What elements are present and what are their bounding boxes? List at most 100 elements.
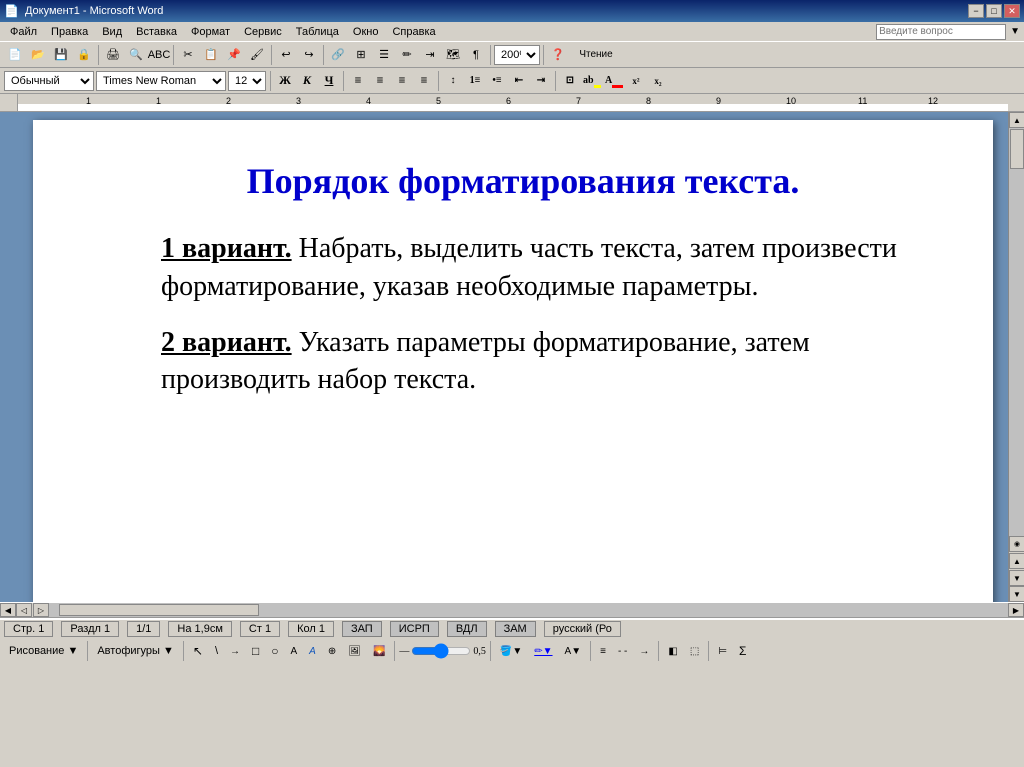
autoshapes-button[interactable]: Автофигуры ▼	[92, 640, 179, 662]
line-width-slider[interactable]	[411, 643, 471, 659]
undo-button[interactable]: ↩	[275, 44, 297, 66]
menu-help[interactable]: Справка	[386, 24, 441, 40]
para-marks[interactable]: ¶	[465, 44, 487, 66]
picture-tool[interactable]: 🌄	[368, 640, 390, 662]
scroll-track[interactable]	[1009, 128, 1024, 536]
save-button[interactable]: 💾	[50, 44, 72, 66]
size-combo[interactable]: 12	[228, 71, 266, 91]
status-vdl: ВДЛ	[447, 621, 487, 637]
subscript-button[interactable]: x₂	[648, 71, 668, 91]
textbox-tool[interactable]: A	[286, 640, 303, 662]
search-dropdown[interactable]: ▼	[1010, 26, 1020, 37]
copy-button[interactable]: 📋	[200, 44, 222, 66]
oval-tool[interactable]: ○	[266, 640, 283, 662]
sum-button[interactable]: Σ	[734, 640, 751, 662]
pointer-tool[interactable]: ↖	[188, 640, 208, 662]
font-combo[interactable]: Times New Roman	[96, 71, 226, 91]
vertical-scrollbar[interactable]: ▲ ◉ ▲ ▼ ▼	[1008, 112, 1024, 602]
indent-button[interactable]: ⇥	[419, 44, 441, 66]
page-nav-right[interactable]: ▷	[33, 603, 49, 617]
paste-button[interactable]: 📌	[223, 44, 245, 66]
3d-button[interactable]: ⬚	[685, 640, 704, 662]
status-zap: ЗАП	[342, 621, 382, 637]
menu-insert[interactable]: Вставка	[130, 24, 183, 40]
highlight-button[interactable]: ab	[582, 71, 602, 91]
align-left-button[interactable]: ≡	[348, 71, 368, 91]
align-button[interactable]: ⊨	[713, 640, 732, 662]
format-toolbar: Обычный Times New Roman 12 Ж К Ч ≡ ≡ ≡ ≡…	[0, 68, 1024, 94]
shadow-button[interactable]: ◧	[663, 640, 682, 662]
numbering-button[interactable]: 1≡	[465, 71, 485, 91]
scroll-up-button[interactable]: ▲	[1009, 112, 1024, 128]
align-center-button[interactable]: ≡	[370, 71, 390, 91]
menu-tools[interactable]: Сервис	[238, 24, 288, 40]
maximize-button[interactable]: □	[986, 4, 1002, 18]
increase-indent-button[interactable]: ⇥	[531, 71, 551, 91]
menu-edit[interactable]: Правка	[45, 24, 94, 40]
clipart-tool[interactable]: 🖼	[343, 640, 366, 662]
read-button[interactable]: Чтение	[570, 44, 622, 66]
search-input[interactable]	[876, 24, 1006, 40]
horizontal-ruler: // Rendered via CSS approach 1 1 2 3 4 5…	[18, 94, 1008, 112]
zoom-combo[interactable]: 200%	[494, 45, 540, 65]
bullets-button[interactable]: •≡	[487, 71, 507, 91]
format-painter[interactable]: 🖌	[246, 44, 268, 66]
scroll-thumb[interactable]	[1010, 129, 1024, 169]
permission-button[interactable]: 🔒	[73, 44, 95, 66]
select-browse-button[interactable]: ◉	[1009, 536, 1024, 552]
table-button[interactable]: ⊞	[350, 44, 372, 66]
next-page-button[interactable]: ▼	[1009, 570, 1024, 586]
close-button[interactable]: ✕	[1004, 4, 1020, 18]
arrow-style-button[interactable]: →	[634, 640, 654, 662]
redo-button[interactable]: ↪	[298, 44, 320, 66]
line-style-button[interactable]: ≡	[595, 640, 611, 662]
h-scroll-thumb[interactable]	[59, 604, 259, 616]
preview-button[interactable]: 🔍	[125, 44, 147, 66]
menu-window[interactable]: Окно	[347, 24, 385, 40]
minimize-button[interactable]: −	[968, 4, 984, 18]
spell-button[interactable]: ABC	[148, 44, 170, 66]
fill-color-button[interactable]: 🪣▼	[495, 640, 527, 662]
prev-page-button[interactable]: ▲	[1009, 553, 1024, 569]
line-tool[interactable]: \	[210, 640, 223, 662]
superscript-button[interactable]: x²	[626, 71, 646, 91]
underline-button[interactable]: Ч	[319, 71, 339, 91]
h-scroll-track[interactable]	[49, 603, 1008, 617]
line-spacing-button[interactable]: ↕	[443, 71, 463, 91]
wordart-tool[interactable]: A	[304, 640, 321, 662]
outside-border-button[interactable]: ⊡	[560, 71, 580, 91]
justify-button[interactable]: ≡	[414, 71, 434, 91]
menu-file[interactable]: Файл	[4, 24, 43, 40]
open-button[interactable]: 📂	[27, 44, 49, 66]
arrow-tool[interactable]: →	[225, 640, 245, 662]
page-nav-left[interactable]: ◁	[16, 603, 32, 617]
diagram-tool[interactable]: ⊕	[323, 640, 341, 662]
columns-button[interactable]: ☰	[373, 44, 395, 66]
line-color-button[interactable]: ✏▼	[529, 640, 557, 662]
drawing-button[interactable]: Рисование ▼	[4, 640, 83, 662]
align-right-button[interactable]: ≡	[392, 71, 412, 91]
hyperlink-button[interactable]: 🔗	[327, 44, 349, 66]
doc-scroll-area[interactable]: Порядок форматирования текста. 1 вариант…	[18, 112, 1008, 602]
bold-button[interactable]: Ж	[275, 71, 295, 91]
print-button[interactable]: 🖨	[102, 44, 124, 66]
menu-bar: Файл Правка Вид Вставка Формат Сервис Та…	[0, 22, 1024, 42]
decrease-indent-button[interactable]: ⇤	[509, 71, 529, 91]
scroll-right-button[interactable]: ▶	[1008, 603, 1024, 617]
font-color-draw-button[interactable]: A▼	[560, 640, 587, 662]
draw-button[interactable]: ✏	[396, 44, 418, 66]
help-button[interactable]: ❓	[547, 44, 569, 66]
dash-style-button[interactable]: - -	[613, 640, 632, 662]
style-combo[interactable]: Обычный	[4, 71, 94, 91]
font-color-button[interactable]: A	[604, 71, 624, 91]
scroll-left-button[interactable]: ◀	[0, 603, 16, 617]
cut-button[interactable]: ✂	[177, 44, 199, 66]
italic-button[interactable]: К	[297, 71, 317, 91]
rectangle-tool[interactable]: □	[247, 640, 264, 662]
new-button[interactable]: 📄	[4, 44, 26, 66]
scroll-down-button[interactable]: ▼	[1009, 586, 1024, 602]
menu-format[interactable]: Формат	[185, 24, 236, 40]
menu-view[interactable]: Вид	[96, 24, 128, 40]
menu-table[interactable]: Таблица	[290, 24, 345, 40]
map-button[interactable]: 🗺	[442, 44, 464, 66]
